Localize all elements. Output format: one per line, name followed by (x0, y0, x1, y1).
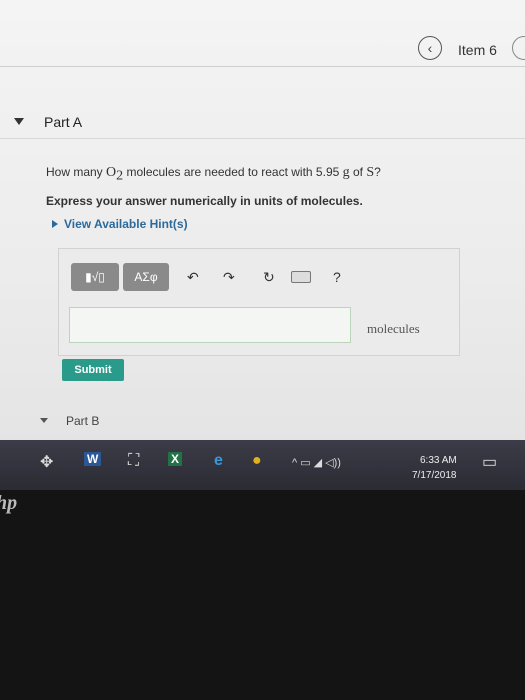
system-tray-icon[interactable]: ^ ▭ ◢ ◁)) (292, 456, 341, 469)
dropbox-icon[interactable]: ✥ (40, 452, 53, 472)
store-icon[interactable]: ⛶ (128, 452, 139, 470)
instruction-text: Express your answer numerically in units… (46, 194, 363, 208)
previous-item-button[interactable]: ‹ (418, 36, 442, 60)
question-text: How many O2 molecules are needed to reac… (46, 165, 381, 184)
hp-logo: hp (0, 492, 18, 514)
part-b-expand-icon[interactable] (40, 418, 48, 423)
edge-icon[interactable]: e (214, 452, 223, 470)
notifications-icon[interactable]: ▭ (482, 452, 497, 472)
templates-button[interactable]: ▮√▯ (71, 263, 119, 291)
submit-button[interactable]: Submit (62, 359, 124, 381)
word-icon[interactable]: W (84, 452, 102, 466)
templates-icon: ▮√▯ (85, 270, 105, 284)
excel-icon[interactable]: X (168, 452, 183, 466)
top-bar: ‹ Item 6 (0, 0, 525, 66)
help-icon[interactable]: ? (333, 269, 341, 285)
next-item-button[interactable] (512, 36, 525, 60)
undo-icon[interactable]: ↶ (187, 269, 199, 286)
answer-panel: ▮√▯ ΑΣφ ↶ ↷ ↻ ? molecules (58, 248, 460, 356)
keyboard-icon[interactable] (291, 271, 311, 283)
chevron-left-icon: ‹ (427, 40, 433, 56)
part-b-title[interactable]: Part B (66, 414, 99, 428)
part-a-collapse-icon[interactable] (14, 118, 24, 125)
part-a-title: Part A (44, 114, 83, 130)
redo-icon[interactable]: ↷ (223, 269, 235, 286)
symbols-button[interactable]: ΑΣφ (123, 263, 169, 291)
item-label: Item 6 (458, 42, 497, 58)
units-label: molecules (367, 321, 420, 336)
divider (0, 138, 525, 139)
caret-right-icon (52, 220, 58, 228)
clock-date[interactable]: 7/17/2018 (412, 470, 457, 481)
screen: ‹ Item 6 Part A How many O2 molecules ar… (0, 0, 525, 448)
divider (0, 66, 525, 67)
clock-time[interactable]: 6:33 AM (420, 455, 457, 466)
reset-icon[interactable]: ↻ (263, 269, 275, 286)
answer-input[interactable] (69, 307, 351, 343)
chrome-icon[interactable]: ● (252, 452, 262, 470)
view-hints-link[interactable]: View Available Hint(s) (52, 217, 188, 231)
